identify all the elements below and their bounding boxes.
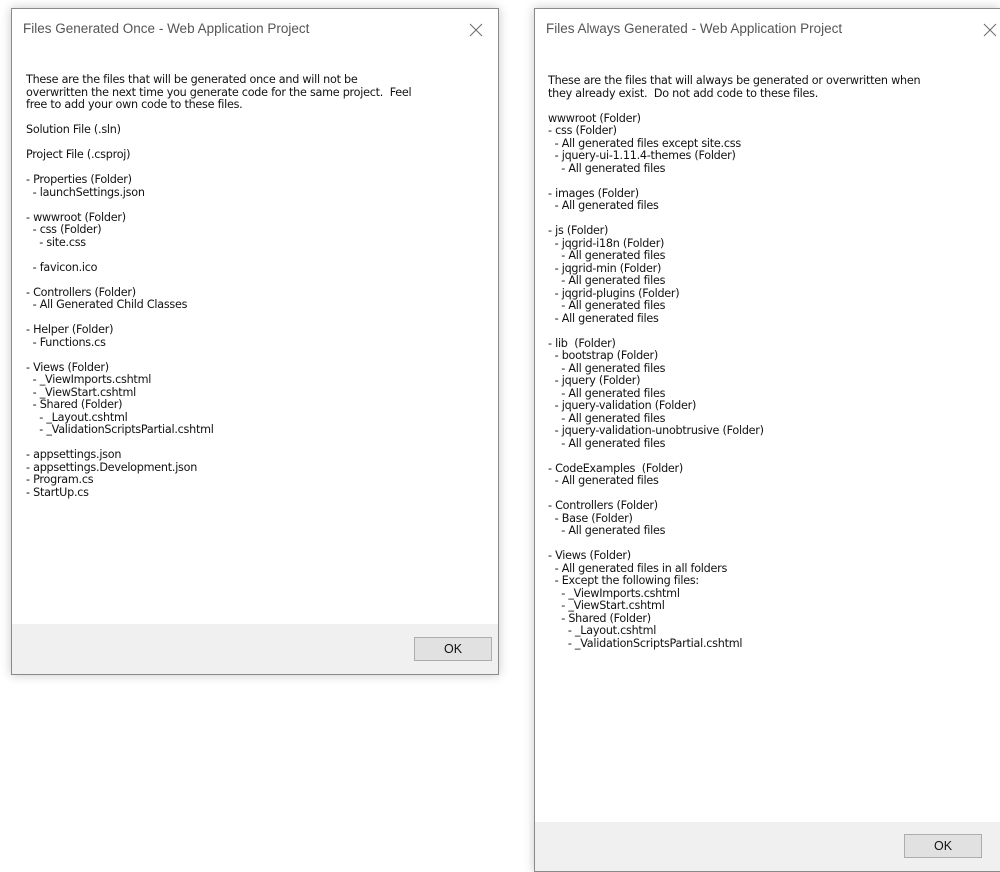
close-icon[interactable] xyxy=(976,16,1000,44)
dialog-footer: OK xyxy=(12,624,498,674)
dialog-titlebar: Files Generated Once - Web Application P… xyxy=(12,9,498,51)
close-icon[interactable] xyxy=(462,16,490,44)
ok-button[interactable]: OK xyxy=(904,834,982,858)
ok-button[interactable]: OK xyxy=(414,637,492,661)
dialog-title: Files Generated Once - Web Application P… xyxy=(23,21,310,36)
dialog-title: Files Always Generated - Web Application… xyxy=(546,21,843,36)
files-generated-once-dialog: Files Generated Once - Web Application P… xyxy=(11,8,499,675)
dialog-titlebar: Files Always Generated - Web Application… xyxy=(535,9,1000,51)
files-always-generated-dialog: Files Always Generated - Web Application… xyxy=(534,8,1000,872)
dialog-message: These are the files that will always be … xyxy=(548,74,921,650)
dialog-footer: OK xyxy=(535,822,1000,871)
dialog-message: These are the files that will be generat… xyxy=(26,73,412,499)
